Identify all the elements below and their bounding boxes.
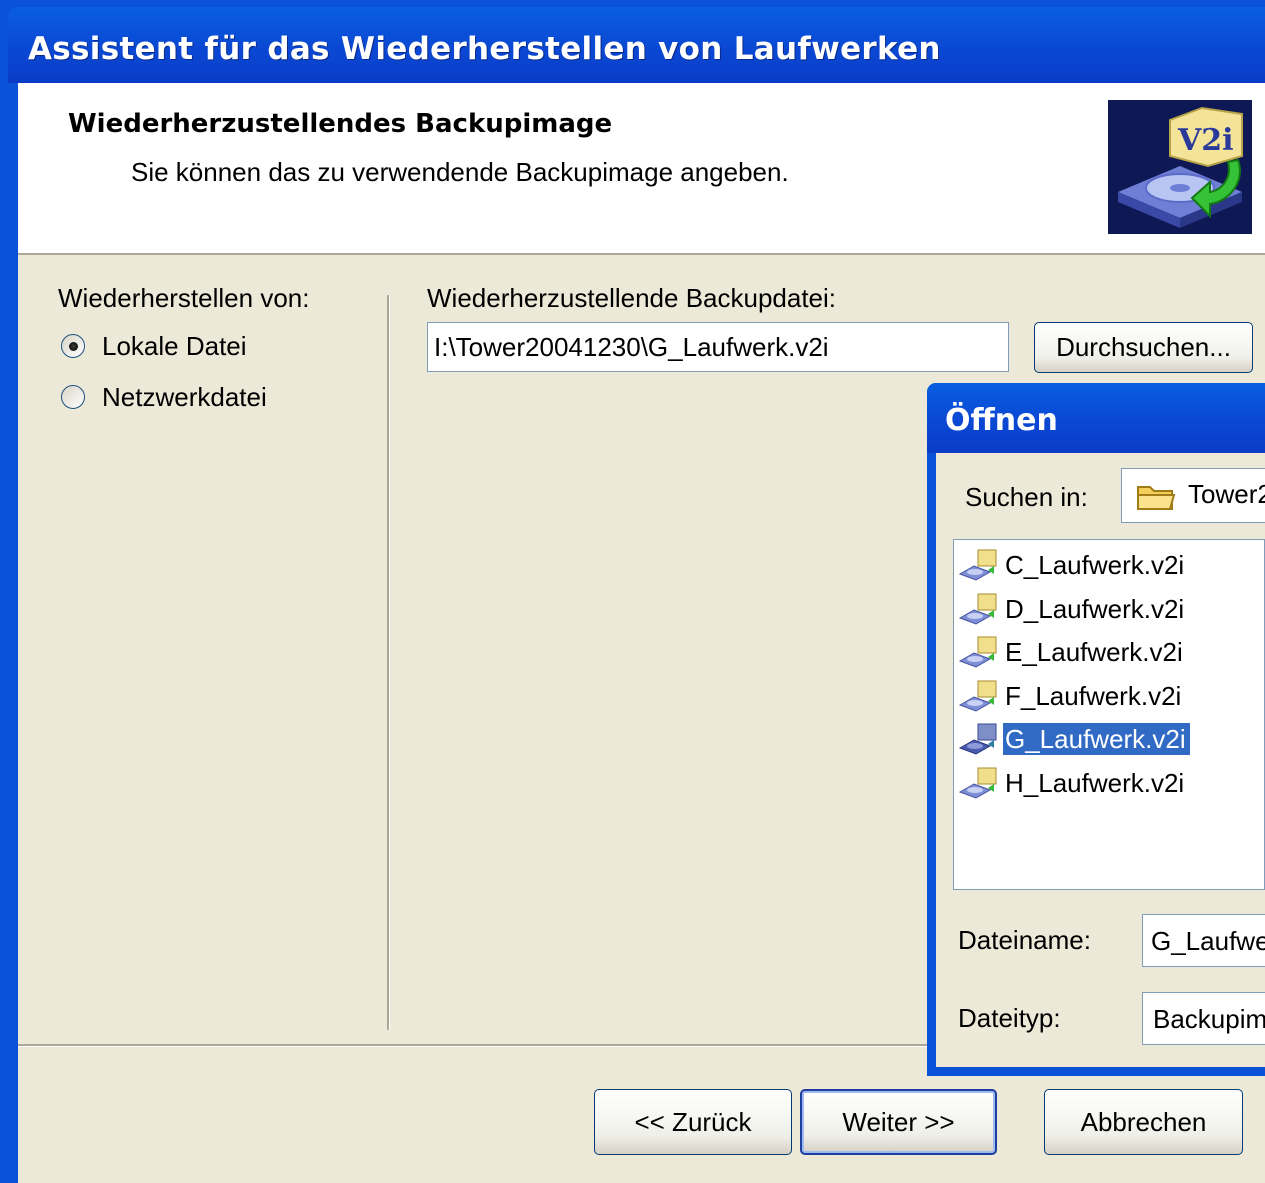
v2i-logo-icon: V2i	[1108, 100, 1252, 234]
file-name: E_Laufwerk.v2i	[1005, 637, 1183, 667]
dialog-client-area: Suchen in: Tower20041230 C_Laufwerk.v2i …	[936, 453, 1265, 1067]
v2i-file-icon	[958, 549, 997, 581]
v2i-file-icon	[958, 723, 997, 755]
file-name: F_Laufwerk.v2i	[1005, 681, 1182, 711]
radio-local-file[interactable]	[61, 334, 85, 358]
radio-network-file-label[interactable]: Netzwerkdatei	[102, 382, 267, 413]
file-name: H_Laufwerk.v2i	[1005, 768, 1185, 798]
next-button[interactable]: Weiter >>	[800, 1089, 997, 1155]
next-button-label: Weiter >>	[842, 1107, 955, 1137]
wizard-header: Wiederherzustellendes Backupimage Sie kö…	[18, 83, 1265, 255]
dialog-title: Öffnen	[945, 403, 1058, 438]
look-in-label: Suchen in:	[965, 482, 1088, 512]
file-name: G_Laufwerk.v2i	[1003, 723, 1190, 755]
cancel-button-label: Abbrechen	[1080, 1107, 1207, 1137]
window-title: Assistent für das Wiederherstellen von L…	[28, 31, 941, 67]
back-button[interactable]: << Zurück	[594, 1089, 792, 1155]
filetype-value: Backupimage	[1153, 1004, 1265, 1034]
back-button-label: << Zurück	[634, 1107, 752, 1137]
dialog-title-bar[interactable]: Öffnen	[927, 383, 1265, 453]
title-bar[interactable]: Assistent für das Wiederherstellen von L…	[8, 7, 1265, 83]
file-list[interactable]: C_Laufwerk.v2i D_Laufwerk.v2i E_Laufwerk…	[953, 539, 1265, 890]
restore-from-label: Wiederherstellen von:	[58, 283, 310, 313]
backup-file-input[interactable]: I:\Tower20041230\G_Laufwerk.v2i	[427, 322, 1009, 372]
folder-icon	[1137, 486, 1176, 510]
radio-network-file[interactable]	[61, 385, 85, 409]
filetype-label: Dateityp:	[958, 1003, 1061, 1033]
browse-button-label: Durchsuchen...	[1056, 332, 1231, 362]
browse-button[interactable]: Durchsuchen...	[1034, 322, 1253, 373]
filename-label: Dateiname:	[958, 925, 1091, 955]
radio-local-file-label[interactable]: Lokale Datei	[102, 331, 247, 362]
v2i-file-icon	[958, 593, 997, 625]
v2i-file-icon	[958, 636, 997, 668]
file-name: C_Laufwerk.v2i	[1005, 550, 1185, 580]
page-title: Wiederherzustellendes Backupimage	[68, 109, 613, 139]
file-name: D_Laufwerk.v2i	[1005, 594, 1185, 624]
v2i-file-icon	[958, 680, 997, 712]
open-file-dialog: Öffnen Suchen in: Tower20041230 C_Laufwe…	[927, 383, 1265, 1076]
cancel-button[interactable]: Abbrechen	[1044, 1089, 1243, 1155]
look-in-value: Tower20041230	[1188, 479, 1265, 509]
vertical-divider	[387, 295, 390, 1030]
page-subtitle: Sie können das zu verwendende Backupimag…	[131, 157, 789, 187]
look-in-dropdown[interactable]: Tower20041230	[1121, 468, 1265, 523]
filetype-dropdown[interactable]: Backupimage	[1142, 992, 1265, 1045]
filename-input[interactable]: G_Laufwerk.v2i	[1142, 914, 1265, 967]
v2i-file-icon	[958, 767, 997, 799]
backup-file-label: Wiederherzustellende Backupdatei:	[427, 283, 837, 313]
wizard-window: Assistent für das Wiederherstellen von L…	[0, 0, 1265, 1183]
backup-file-value: I:\Tower20041230\G_Laufwerk.v2i	[434, 332, 829, 362]
logo-text: V2i	[1177, 123, 1234, 158]
filename-value: G_Laufwerk.v2i	[1151, 926, 1265, 956]
